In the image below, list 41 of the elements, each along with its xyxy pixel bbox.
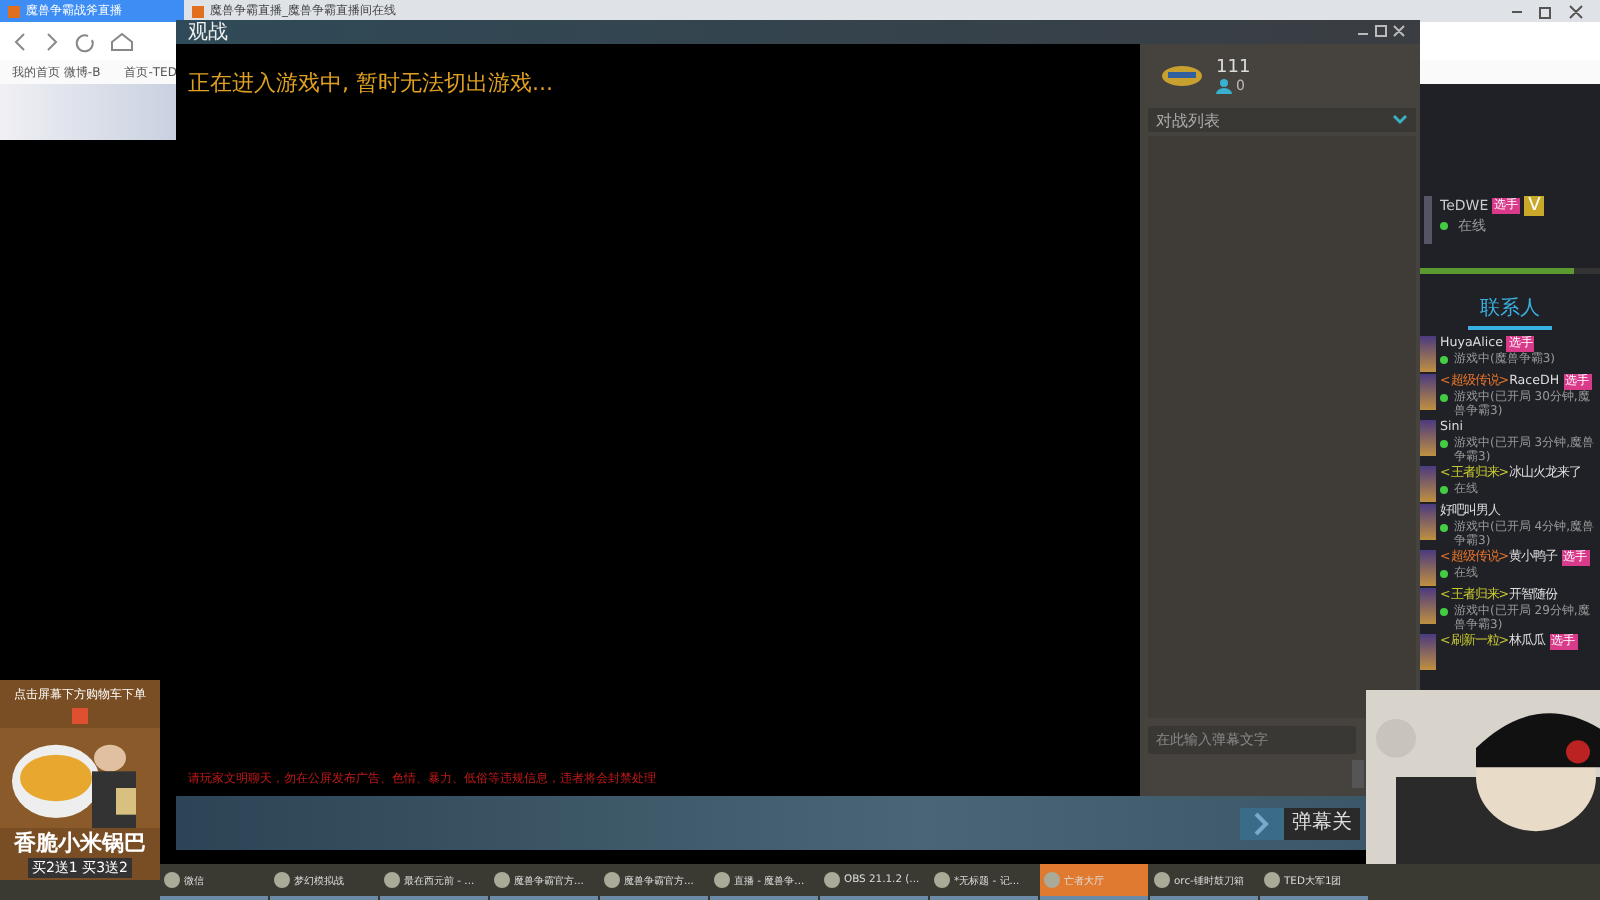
online-dot-icon — [1440, 608, 1448, 616]
avatar-icon — [1424, 196, 1432, 244]
people-icon — [1216, 78, 1232, 94]
window-controls-icon[interactable] — [1356, 24, 1408, 40]
online-dot-icon — [1440, 440, 1448, 448]
app-icon — [714, 872, 730, 888]
app-icon — [384, 872, 400, 888]
cart-icon — [72, 708, 88, 724]
app-icon — [934, 872, 950, 888]
window-title: 观战 — [188, 19, 228, 46]
avatar-icon — [1420, 420, 1436, 456]
product-title: 香脆小米锅巴 — [14, 828, 146, 858]
online-dot-icon — [1440, 524, 1448, 532]
app-icon — [604, 872, 620, 888]
room-number: 111 — [1216, 58, 1251, 78]
app-icon — [1264, 872, 1280, 888]
online-dot-icon — [1440, 486, 1448, 494]
contacts-tab[interactable]: 联系人 — [1468, 290, 1552, 330]
chevron-right-icon — [1252, 811, 1272, 835]
match-list-header[interactable]: 对战列表 — [1148, 108, 1416, 132]
online-dot-icon — [1440, 222, 1448, 230]
tab-favicon-icon — [192, 5, 204, 17]
window-controls-icon[interactable] — [1508, 3, 1588, 19]
app-icon — [164, 872, 180, 888]
online-dot-icon — [1440, 356, 1448, 364]
online-dot-icon — [1440, 570, 1448, 578]
match-list-label: 对战列表 — [1156, 109, 1220, 131]
app-icon — [274, 872, 290, 888]
vip-tag: V — [1524, 196, 1545, 216]
danmaku-toggle[interactable]: 弹幕关 — [1284, 807, 1360, 839]
app-icon — [1154, 872, 1170, 888]
loading-message: 正在进入游戏中, 暂时无法切出游戏... — [188, 68, 555, 98]
game-logo-icon — [1160, 62, 1204, 90]
app-icon — [494, 872, 510, 888]
online-dot-icon — [1440, 394, 1448, 402]
chevron-down-icon — [1392, 114, 1408, 126]
tab-favicon-icon — [8, 5, 20, 17]
expand-button[interactable] — [1240, 807, 1284, 839]
avatar-icon — [1420, 634, 1436, 670]
app-icon — [1044, 872, 1060, 888]
app-icon — [824, 872, 840, 888]
